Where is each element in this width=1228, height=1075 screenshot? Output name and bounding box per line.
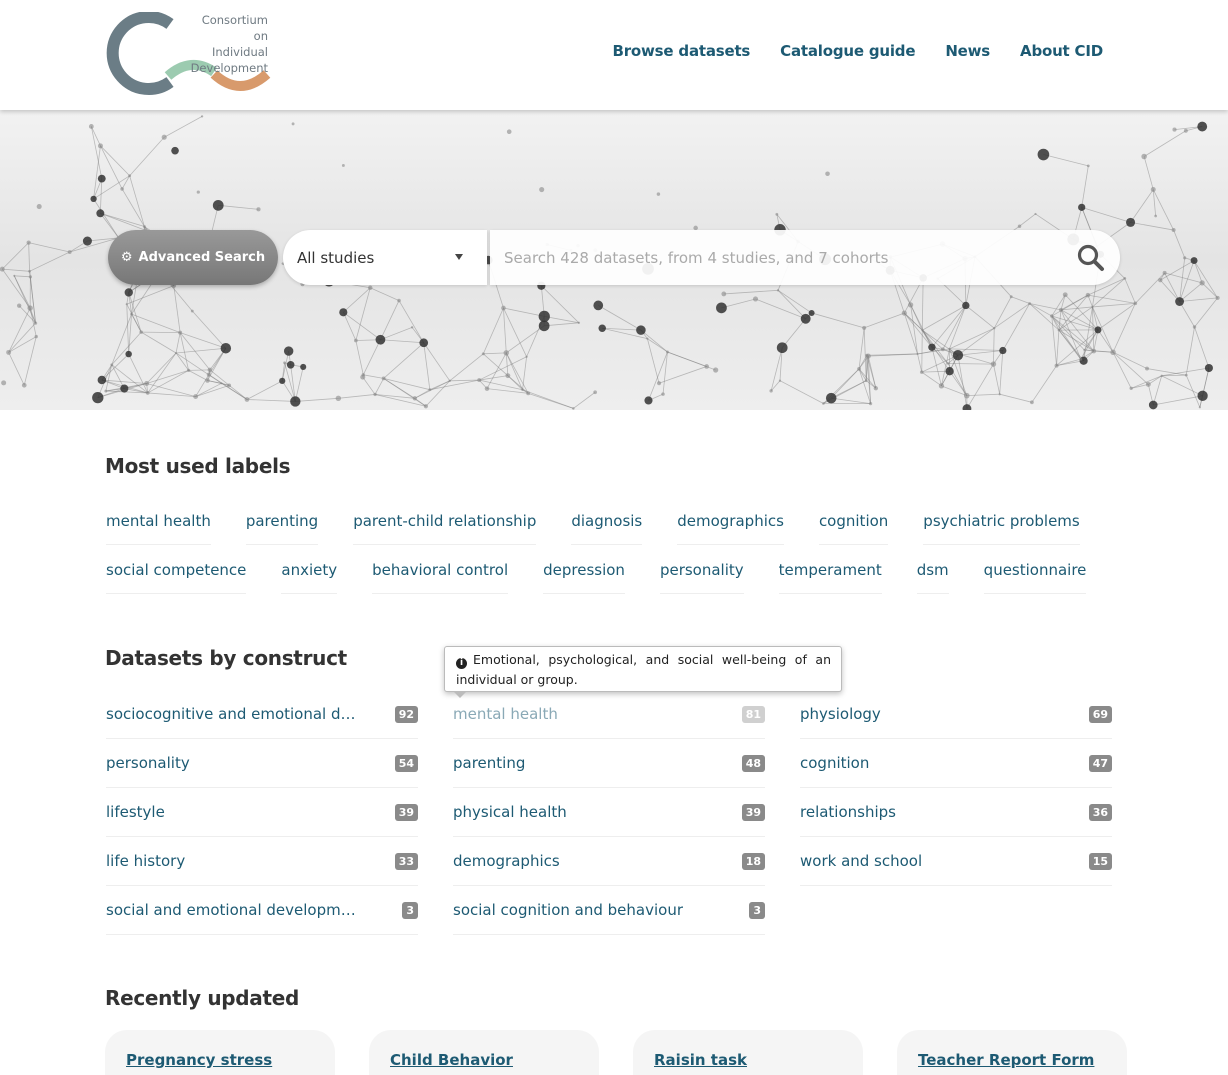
construct-column: mental health 81 parenting 48 physical hea… [453, 690, 765, 935]
hero-banner: ⚙ Advanced Search All studies [0, 110, 1228, 410]
search-input[interactable] [504, 230, 1064, 285]
logo-text: Consortium on Individual Development [184, 12, 268, 76]
main-nav: Browse datasets Catalogue guide News Abo… [612, 42, 1103, 60]
construct-row[interactable]: physiology 69 [800, 690, 1112, 739]
construct-row[interactable]: sociocognitive and emotional de... 92 [106, 690, 418, 739]
nav-news[interactable]: News [945, 42, 990, 60]
count-badge: 36 [1088, 803, 1112, 821]
count-badge: 3 [749, 901, 765, 919]
count-badge: 81 [741, 705, 765, 723]
recent-card-link[interactable]: Child Behavior [390, 1051, 513, 1069]
info-icon: i [456, 658, 467, 669]
count-badge: 54 [394, 754, 418, 772]
count-badge: 69 [1088, 705, 1112, 723]
construct-name[interactable]: social and emotional developme... [106, 901, 361, 919]
construct-name[interactable]: relationships [800, 803, 896, 821]
study-select[interactable]: All studies [283, 230, 487, 285]
label-link[interactable]: psychiatric problems [923, 512, 1080, 545]
recent-card-link[interactable]: Pregnancy stress [126, 1051, 272, 1069]
cid-logo[interactable]: Consortium on Individual Development [104, 11, 274, 96]
logo-text-line: Consortium on [201, 13, 268, 43]
recent-card-link[interactable]: Teacher Report Form [918, 1051, 1094, 1069]
construct-row[interactable]: work and school 15 [800, 837, 1112, 886]
construct-row[interactable]: social and emotional developme... 3 [106, 886, 418, 935]
construct-name[interactable]: sociocognitive and emotional de... [106, 705, 361, 723]
count-badge: 92 [394, 705, 418, 723]
labels-row: mental health parenting parent-child rel… [106, 512, 1080, 545]
construct-row[interactable]: life history 33 [106, 837, 418, 886]
construct-name[interactable]: physiology [800, 705, 881, 723]
label-link[interactable]: anxiety [281, 561, 338, 594]
recent-card: Teacher Report Form [897, 1030, 1127, 1075]
labels-section-title: Most used labels [105, 454, 291, 478]
construct-name[interactable]: life history [106, 852, 185, 870]
recent-card: Raisin task [633, 1030, 863, 1075]
label-link[interactable]: questionnaire [983, 561, 1087, 594]
construct-column: sociocognitive and emotional de... 92 per… [106, 690, 418, 935]
construct-name[interactable]: work and school [800, 852, 922, 870]
logo-text-line: Individual [211, 45, 268, 59]
count-badge: 33 [394, 852, 418, 870]
study-select-value: All studies [297, 248, 375, 267]
label-link[interactable]: temperament [778, 561, 882, 594]
label-link[interactable]: social competence [106, 561, 247, 594]
recent-card: Pregnancy stress [105, 1030, 335, 1075]
count-badge: 39 [741, 803, 765, 821]
site-header: Consortium on Individual Development Bro… [0, 0, 1228, 110]
construct-row[interactable]: social cognition and behaviour 3 [453, 886, 765, 935]
label-link[interactable]: parent-child relationship [353, 512, 537, 545]
count-badge: 3 [402, 901, 418, 919]
label-link[interactable]: personality [659, 561, 744, 594]
recent-section-title: Recently updated [105, 986, 300, 1010]
recent-card: Child Behavior [369, 1030, 599, 1075]
construct-row[interactable]: demographics 18 [453, 837, 765, 886]
count-badge: 18 [741, 852, 765, 870]
construct-row[interactable]: mental health 81 [453, 690, 765, 739]
construct-name[interactable]: mental health [453, 705, 558, 723]
construct-name[interactable]: lifestyle [106, 803, 165, 821]
advanced-search-label: Advanced Search [138, 250, 266, 265]
construct-name[interactable]: social cognition and behaviour [453, 901, 683, 919]
count-badge: 48 [741, 754, 765, 772]
count-badge: 47 [1088, 754, 1112, 772]
recent-cards: Pregnancy stress Child Behavior Raisin t… [105, 1030, 1127, 1075]
label-link[interactable]: dsm [916, 561, 949, 594]
constructs-section-title: Datasets by construct [105, 646, 347, 670]
nav-about-cid[interactable]: About CID [1020, 42, 1103, 60]
caret-down-icon [455, 254, 463, 260]
label-link[interactable]: cognition [818, 512, 889, 545]
construct-row[interactable]: relationships 36 [800, 788, 1112, 837]
label-link[interactable]: diagnosis [571, 512, 643, 545]
search-icon[interactable] [1076, 243, 1106, 273]
construct-name[interactable]: physical health [453, 803, 567, 821]
nav-browse-datasets[interactable]: Browse datasets [612, 42, 750, 60]
construct-name[interactable]: cognition [800, 754, 869, 772]
construct-row[interactable]: cognition 47 [800, 739, 1112, 788]
label-link[interactable]: behavioral control [372, 561, 509, 594]
labels-row: social competence anxiety behavioral con… [106, 561, 1087, 594]
gear-icon: ⚙ [120, 250, 133, 265]
construct-name[interactable]: parenting [453, 754, 525, 772]
construct-column: physiology 69 cognition 47 relationships 36… [800, 690, 1112, 886]
construct-name[interactable]: demographics [453, 852, 560, 870]
logo-text-line: Development [190, 61, 268, 75]
search-box [490, 230, 1120, 285]
construct-name[interactable]: personality [106, 754, 190, 772]
construct-row[interactable]: lifestyle 39 [106, 788, 418, 837]
label-link[interactable]: demographics [677, 512, 784, 545]
count-badge: 39 [394, 803, 418, 821]
nav-catalogue-guide[interactable]: Catalogue guide [780, 42, 915, 60]
construct-tooltip: i Emotional, psychological, and social we… [444, 646, 842, 698]
label-link[interactable]: depression [543, 561, 625, 594]
tooltip-text: Emotional, psychological, and social wel… [456, 652, 831, 687]
count-badge: 15 [1088, 852, 1112, 870]
recent-card-link[interactable]: Raisin task [654, 1051, 747, 1069]
construct-row[interactable]: physical health 39 [453, 788, 765, 837]
label-link[interactable]: mental health [106, 512, 211, 545]
tooltip-arrow [453, 691, 467, 698]
construct-row[interactable]: personality 54 [106, 739, 418, 788]
label-link[interactable]: parenting [245, 512, 319, 545]
construct-row[interactable]: parenting 48 [453, 739, 765, 788]
advanced-search-button[interactable]: ⚙ Advanced Search [108, 230, 278, 285]
